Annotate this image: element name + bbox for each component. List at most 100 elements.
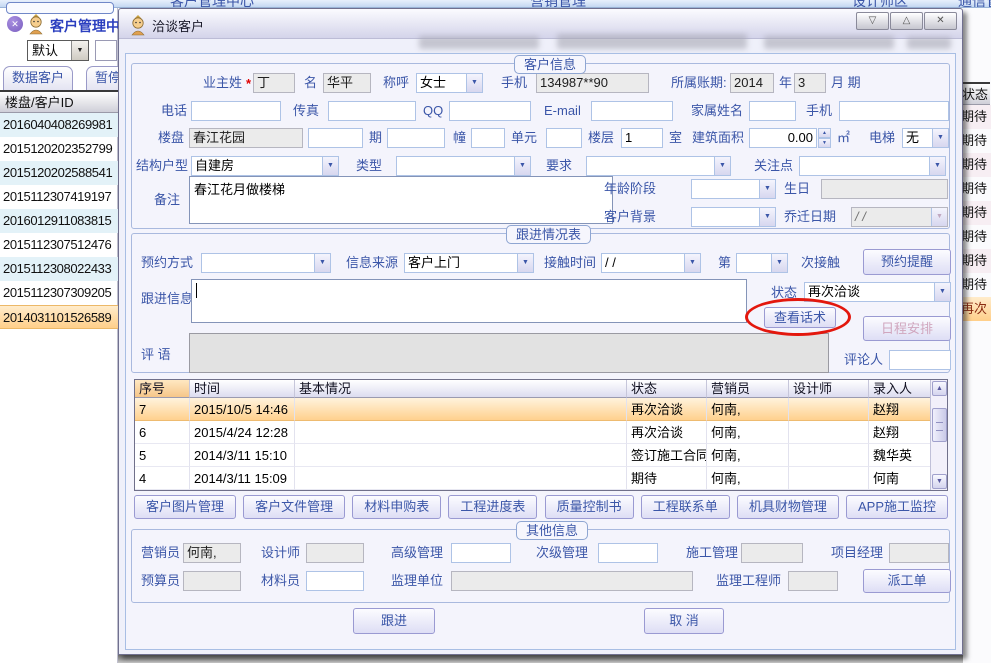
chevron-down-icon[interactable]: ▼: [932, 129, 948, 147]
area-input[interactable]: 0.00: [749, 128, 817, 148]
maximize-button[interactable]: △: [890, 12, 923, 30]
follow-up-button[interactable]: 跟进: [353, 608, 435, 634]
list-item[interactable]: 2015120202352799: [0, 137, 118, 161]
area-stepper[interactable]: ▲▼: [818, 128, 831, 148]
senior-mgr-input[interactable]: [451, 543, 511, 563]
family-mobile-input[interactable]: [839, 101, 949, 121]
account-year-input[interactable]: 2014: [730, 73, 774, 93]
estate-extra-input[interactable]: [308, 128, 363, 148]
phone-input[interactable]: [191, 101, 281, 121]
column-header[interactable]: 录入人: [869, 380, 932, 398]
chevron-down-icon[interactable]: ▼: [759, 208, 775, 226]
equipment-asset-mgmt-button[interactable]: 机具财物管理: [737, 495, 839, 519]
close-button[interactable]: ✕: [924, 12, 957, 30]
list-item-selected[interactable]: 2014031101526589: [0, 305, 118, 329]
table-row[interactable]: 4 2014/3/11 15:09 期待 何南, 何南: [135, 467, 947, 490]
given-name-input[interactable]: 华平: [323, 73, 371, 93]
schedule-button[interactable]: 日程安排: [863, 316, 951, 341]
appointment-reminder-button[interactable]: 预约提醒: [863, 249, 951, 275]
project-schedule-button[interactable]: 工程进度表: [448, 495, 537, 519]
column-header[interactable]: 设计师: [789, 380, 869, 398]
chevron-down-icon[interactable]: ▼: [759, 180, 775, 198]
contact-time-select[interactable]: / /▼: [601, 253, 701, 273]
list-item[interactable]: 2015120202588541: [0, 161, 118, 185]
material-request-button[interactable]: 材料申购表: [352, 495, 441, 519]
type-select[interactable]: ▼: [396, 156, 531, 176]
mobile-input[interactable]: 134987**90: [536, 73, 649, 93]
app-construction-monitor-button[interactable]: APP施工监控: [846, 495, 948, 519]
column-header[interactable]: 时间: [190, 380, 295, 398]
unit-input[interactable]: [546, 128, 582, 148]
filter-extra-field[interactable]: [95, 40, 117, 61]
column-header[interactable]: 营销员: [707, 380, 789, 398]
list-item[interactable]: 2015112307309205: [0, 281, 118, 305]
move-date-select[interactable]: / /▼: [851, 207, 948, 227]
scrollbar-thumb[interactable]: [932, 408, 947, 442]
top-nav-item[interactable]: 设计师区: [852, 0, 908, 8]
list-item[interactable]: 2015112307512476: [0, 233, 118, 257]
requirement-select[interactable]: ▼: [586, 156, 731, 176]
birthday-input[interactable]: [821, 179, 948, 199]
table-scrollbar[interactable]: ▲ ▼: [930, 380, 947, 490]
customer-photo-mgmt-button[interactable]: 客户图片管理: [134, 495, 236, 519]
remark-textarea[interactable]: 春江花月做楼梯: [189, 176, 613, 224]
chevron-down-icon[interactable]: ▼: [466, 74, 482, 92]
fax-input[interactable]: [328, 101, 416, 121]
tab-data-customers[interactable]: 数据客户: [3, 66, 73, 90]
scroll-up-icon[interactable]: ▲: [932, 381, 947, 396]
background-select[interactable]: ▼: [691, 207, 776, 227]
account-month-input[interactable]: 3: [794, 73, 826, 93]
chevron-down-icon[interactable]: ▼: [514, 157, 530, 175]
status-select[interactable]: 再次洽谈▼: [804, 282, 951, 302]
info-source-select[interactable]: 客户上门▼: [404, 253, 534, 273]
elevator-select[interactable]: 无▼: [902, 128, 949, 148]
chevron-down-icon[interactable]: ▼: [71, 41, 88, 60]
top-nav-item[interactable]: 通信管理: [958, 0, 991, 8]
estate-input[interactable]: 春江花园: [189, 128, 303, 148]
family-name-input[interactable]: [749, 101, 796, 121]
dialog-titlebar[interactable]: 洽谈客户 ▽ △ ✕: [119, 9, 962, 39]
project-contact-sheet-button[interactable]: 工程联系单: [641, 495, 730, 519]
view-script-button[interactable]: 查看话术: [764, 307, 836, 328]
quality-control-button[interactable]: 质量控制书: [545, 495, 634, 519]
close-tab-icon[interactable]: ✕: [7, 16, 23, 32]
commenter-input[interactable]: [889, 350, 951, 370]
table-row-selected[interactable]: 7 2015/10/5 14:46 再次洽谈 何南, 赵翔: [135, 398, 947, 421]
appoint-method-select[interactable]: ▼: [201, 253, 331, 273]
chevron-down-icon[interactable]: ▼: [684, 254, 700, 272]
chevron-down-icon[interactable]: ▼: [929, 157, 945, 175]
age-stage-select[interactable]: ▼: [691, 179, 776, 199]
minimize-button[interactable]: ▽: [856, 12, 889, 30]
top-nav-item[interactable]: 营销管理: [530, 0, 586, 8]
scroll-down-icon[interactable]: ▼: [932, 474, 947, 489]
secondary-mgr-input[interactable]: [598, 543, 658, 563]
list-column-header[interactable]: 楼盘/客户ID: [0, 90, 118, 113]
top-nav-item[interactable]: 客户管理中心: [170, 0, 254, 8]
floor-input[interactable]: 1: [621, 128, 663, 148]
ordinal-select[interactable]: ▼: [736, 253, 788, 273]
customer-file-mgmt-button[interactable]: 客户文件管理: [243, 495, 345, 519]
dispatch-order-button[interactable]: 派工单: [863, 569, 951, 593]
table-row[interactable]: 6 2015/4/24 12:28 再次洽谈 何南, 赵翔: [135, 421, 947, 444]
list-item[interactable]: 2016040408269981: [0, 113, 118, 137]
column-header[interactable]: 基本情况: [295, 380, 627, 398]
owner-surname-input[interactable]: 丁: [253, 73, 295, 93]
chevron-down-icon[interactable]: ▼: [322, 157, 338, 175]
list-item[interactable]: 2015112308022433: [0, 257, 118, 281]
chevron-down-icon[interactable]: ▼: [934, 283, 950, 301]
follow-info-textarea[interactable]: [191, 279, 747, 323]
chevron-down-icon[interactable]: ▼: [714, 157, 730, 175]
qq-input[interactable]: [449, 101, 531, 121]
material-input[interactable]: [306, 571, 364, 591]
chevron-down-icon[interactable]: ▼: [771, 254, 787, 272]
list-item[interactable]: 2015112307419197: [0, 185, 118, 209]
filter-dropdown[interactable]: 默认 ▼: [27, 40, 89, 61]
email-input[interactable]: [591, 101, 673, 121]
chevron-down-icon[interactable]: ▼: [314, 254, 330, 272]
table-row[interactable]: 5 2014/3/11 15:10 签订施工合同 何南, 魏华英: [135, 444, 947, 467]
cancel-button[interactable]: 取 消: [644, 608, 724, 634]
salutation-select[interactable]: 女士▼: [416, 73, 483, 93]
column-header[interactable]: 状态: [627, 380, 707, 398]
stage-input[interactable]: [387, 128, 445, 148]
structure-select[interactable]: 自建房▼: [191, 156, 339, 176]
